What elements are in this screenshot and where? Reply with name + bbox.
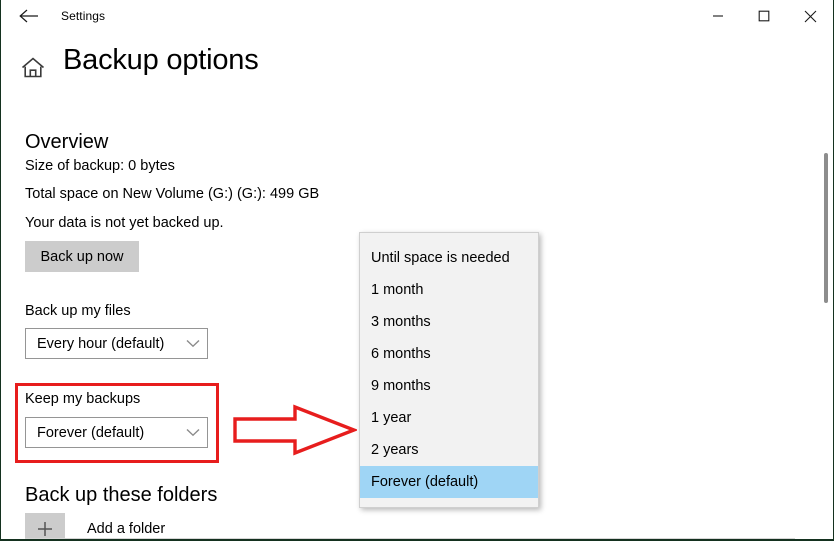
backup-status-text: Your data is not yet backed up. (25, 215, 224, 231)
dropdown-option[interactable]: Until space is needed (360, 242, 538, 274)
right-arrow-annotation-icon (233, 402, 357, 458)
chevron-down-icon (179, 339, 207, 348)
dropdown-option[interactable]: 6 months (360, 338, 538, 370)
folders-section-title: Back up these folders (25, 484, 217, 507)
total-space-text: Total space on New Volume (G:) (G:): 499… (25, 186, 319, 202)
overview-section-title: Overview (25, 131, 108, 154)
keep-my-backups-dropdown[interactable]: Forever (default) (25, 417, 208, 448)
chevron-down-icon (179, 428, 207, 437)
list-divider (25, 538, 795, 539)
back-up-my-files-label: Back up my files (25, 303, 131, 319)
vertical-scrollbar[interactable] (820, 33, 832, 537)
add-a-folder-label: Add a folder (65, 521, 165, 537)
settings-window: Settings (0, 0, 834, 541)
dropdown-option-selected[interactable]: Forever (default) (360, 466, 538, 498)
content-area: ed Overview Size of backup: 0 bytes Tota… (1, 0, 833, 539)
back-up-my-files-dropdown[interactable]: Every hour (default) (25, 328, 208, 359)
size-of-backup-text: Size of backup: 0 bytes (25, 158, 175, 174)
dropdown-option[interactable]: 1 year (360, 402, 538, 434)
scrollbar-thumb[interactable] (824, 153, 828, 303)
keep-my-backups-label: Keep my backups (25, 391, 140, 407)
back-up-my-files-value: Every hour (default) (26, 336, 179, 352)
dropdown-option[interactable]: 2 years (360, 434, 538, 466)
dropdown-option[interactable]: 9 months (360, 370, 538, 402)
dropdown-option[interactable]: 3 months (360, 306, 538, 338)
keep-my-backups-dropdown-list[interactable]: Until space is needed 1 month 3 months 6… (359, 232, 539, 508)
back-up-now-button[interactable]: Back up now (25, 241, 139, 272)
plus-icon (25, 513, 65, 541)
dropdown-option[interactable]: 1 month (360, 274, 538, 306)
keep-my-backups-value: Forever (default) (26, 425, 179, 441)
